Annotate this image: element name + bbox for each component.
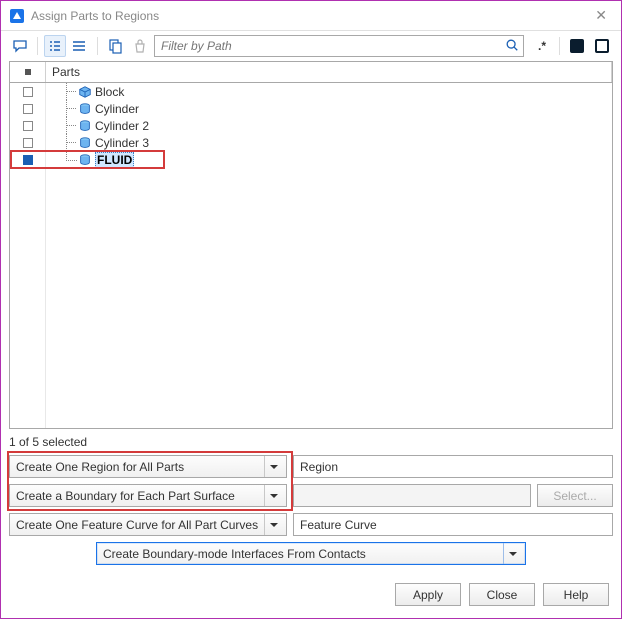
boundary-mode-dropdown[interactable]: Create a Boundary for Each Part Surface <box>9 484 287 507</box>
tree-item[interactable]: Block <box>46 83 612 100</box>
block-icon <box>78 85 92 99</box>
check-cell[interactable] <box>10 134 45 151</box>
field-text: Region <box>300 460 338 474</box>
filter-input[interactable] <box>159 38 505 54</box>
options-area: Create One Region for All Parts Region C… <box>1 455 621 571</box>
tree-item[interactable]: Cylinder 3 <box>46 134 612 151</box>
interface-mode-dropdown[interactable]: Create Boundary-mode Interfaces From Con… <box>96 542 526 565</box>
separator <box>97 37 98 55</box>
region-name-field[interactable]: Region <box>293 455 613 478</box>
check-cell[interactable] <box>10 83 45 100</box>
curve-mode-row: Create One Feature Curve for All Part Cu… <box>9 513 613 536</box>
list-wide-icon[interactable] <box>69 35 91 57</box>
curve-name-field[interactable]: Feature Curve <box>293 513 613 536</box>
part-label: Cylinder 2 <box>95 119 149 133</box>
chevron-down-icon <box>264 456 282 477</box>
separator <box>37 37 38 55</box>
part-label: Cylinder 3 <box>95 136 149 150</box>
dropdown-label: Create One Feature Curve for All Part Cu… <box>16 518 260 532</box>
dialog-buttons: Apply Close Help <box>1 571 621 618</box>
copy-icon[interactable] <box>104 35 126 57</box>
parts-header: Parts <box>10 62 612 83</box>
app-icon <box>9 8 25 24</box>
filled-square-icon[interactable] <box>566 35 588 57</box>
dropdown-label: Create Boundary-mode Interfaces From Con… <box>103 547 499 561</box>
apply-button[interactable]: Apply <box>395 583 461 606</box>
dropdown-label: Create One Region for All Parts <box>16 460 260 474</box>
cylinder-icon <box>78 136 92 150</box>
check-cell[interactable] <box>10 100 45 117</box>
bag-icon[interactable] <box>129 35 151 57</box>
part-label: FLUID <box>95 152 134 168</box>
parts-body: Block Cylinder Cylinder 2 Cylinder 3 <box>10 83 612 428</box>
cylinder-icon <box>78 119 92 133</box>
search-icon[interactable] <box>505 38 519 55</box>
region-mode-dropdown[interactable]: Create One Region for All Parts <box>9 455 287 478</box>
button-label: Close <box>487 588 518 602</box>
separator <box>559 37 560 55</box>
tree-item[interactable]: FLUID <box>46 151 612 168</box>
button-label: Help <box>564 588 589 602</box>
selection-status: 1 of 5 selected <box>1 433 621 455</box>
chevron-down-icon <box>503 543 521 564</box>
boundary-name-field <box>293 484 531 507</box>
cylinder-icon <box>78 153 92 167</box>
close-button[interactable]: ✕ <box>589 5 613 26</box>
close-button[interactable]: Close <box>469 583 535 606</box>
tree-item[interactable]: Cylinder 2 <box>46 117 612 134</box>
curve-mode-dropdown[interactable]: Create One Feature Curve for All Part Cu… <box>9 513 287 536</box>
toolbar: .* <box>1 31 621 61</box>
tree-column: Block Cylinder Cylinder 2 Cylinder 3 <box>46 83 612 428</box>
part-label: Cylinder <box>95 102 139 116</box>
parts-column-header: Parts <box>46 62 612 82</box>
help-button[interactable]: Help <box>543 583 609 606</box>
cylinder-icon <box>78 102 92 116</box>
dropdown-label: Create a Boundary for Each Part Surface <box>16 489 260 503</box>
dialog-window: Assign Parts to Regions ✕ .* <box>0 0 622 619</box>
button-label: Apply <box>413 588 443 602</box>
tree-item[interactable]: Cylinder <box>46 100 612 117</box>
region-mode-row: Create One Region for All Parts Region <box>9 455 613 478</box>
interface-mode-row: Create Boundary-mode Interfaces From Con… <box>9 542 613 565</box>
title-text: Assign Parts to Regions <box>31 9 589 23</box>
chevron-down-icon <box>264 485 282 506</box>
check-cell[interactable] <box>10 117 45 134</box>
chevron-down-icon <box>264 514 282 535</box>
check-all-header[interactable] <box>10 62 46 82</box>
boundary-mode-row: Create a Boundary for Each Part Surface … <box>9 484 613 507</box>
chat-icon[interactable] <box>9 35 31 57</box>
button-label: Select... <box>553 489 596 503</box>
filter-input-wrap <box>154 35 524 57</box>
part-label: Block <box>95 85 124 99</box>
wire-square-icon[interactable] <box>591 35 613 57</box>
list-narrow-icon[interactable] <box>44 35 66 57</box>
select-button: Select... <box>537 484 613 507</box>
title-bar: Assign Parts to Regions ✕ <box>1 1 621 31</box>
check-column <box>10 83 46 428</box>
parts-panel: Parts Block Cylinder <box>9 61 613 429</box>
field-text: Feature Curve <box>300 518 377 532</box>
regex-toggle[interactable]: .* <box>531 35 553 57</box>
check-cell[interactable] <box>10 151 45 168</box>
